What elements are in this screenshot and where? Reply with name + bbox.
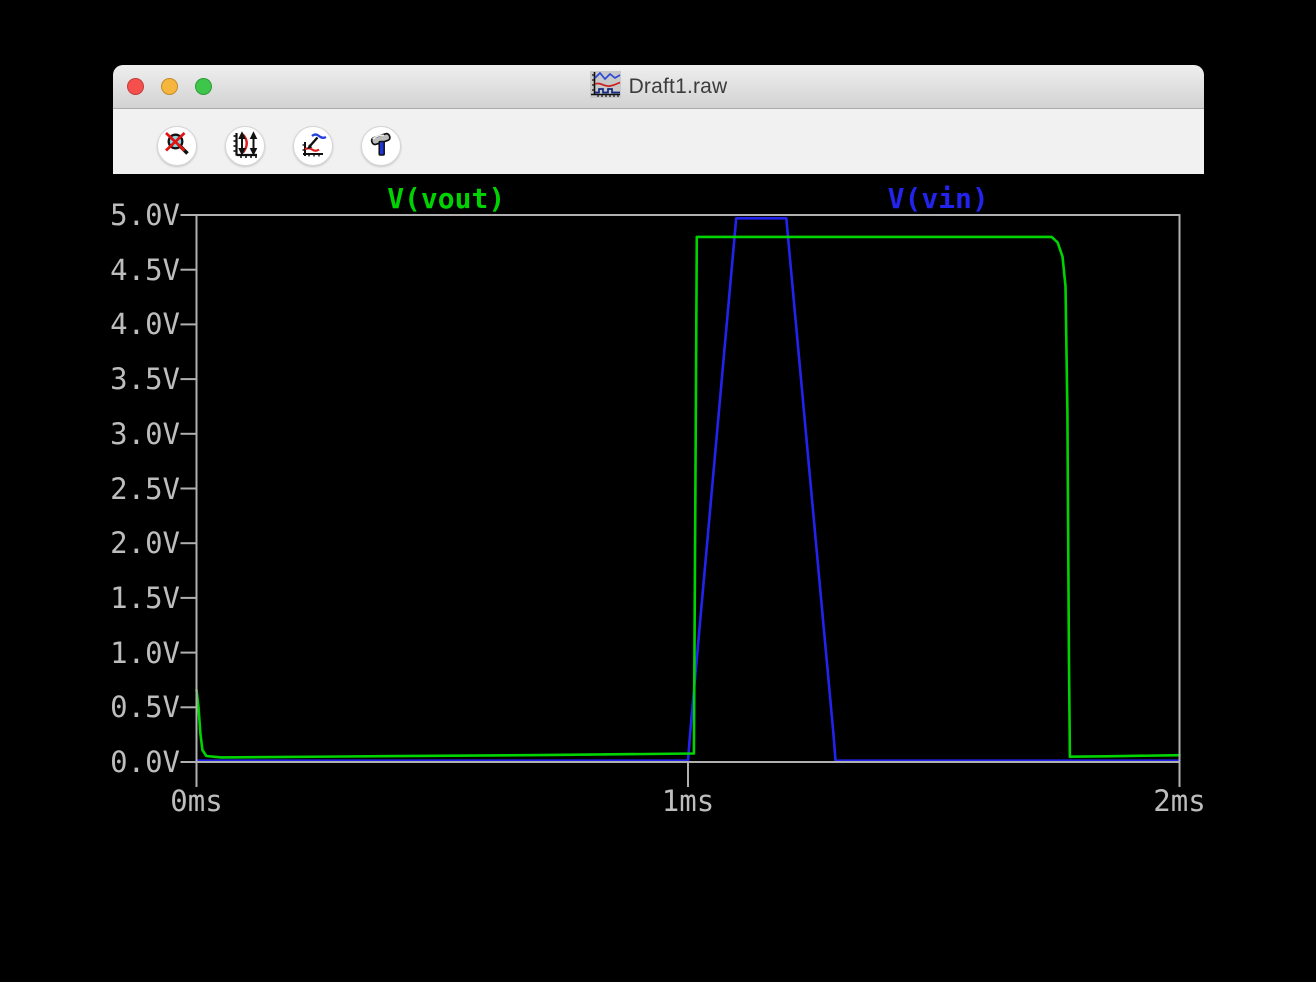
y-tick-label: 2.5V bbox=[110, 471, 180, 506]
y-tick-label: 0.5V bbox=[110, 690, 180, 725]
x-tick-label: 0ms bbox=[170, 784, 223, 818]
legend-V(vout)[interactable]: V(vout) bbox=[387, 182, 505, 215]
legend-V(vin)[interactable]: V(vin) bbox=[888, 182, 989, 215]
y-tick-label: 3.5V bbox=[110, 362, 180, 397]
y-tick-label: 1.5V bbox=[110, 580, 180, 615]
x-tick-label: 2ms bbox=[1153, 784, 1206, 818]
y-tick-label: 5.0V bbox=[110, 198, 180, 232]
plot-border bbox=[195, 214, 1181, 763]
trace-legend: V(vout) V(vin) bbox=[196, 182, 1180, 215]
trace-V(vin) bbox=[195, 217, 1181, 763]
y-tick-label: 2.0V bbox=[110, 526, 180, 561]
y-tick-label: 4.5V bbox=[110, 252, 180, 287]
y-tick-label: 4.0V bbox=[110, 307, 180, 342]
trace-V(vout) bbox=[195, 235, 1181, 759]
x-tick-label: 1ms bbox=[661, 784, 715, 818]
y-tick-label: 1.0V bbox=[110, 635, 180, 670]
y-tick-label: 0.0V bbox=[110, 745, 180, 779]
plot-area[interactable] bbox=[0, 0, 1316, 982]
y-tick-label: 3.0V bbox=[110, 416, 180, 451]
